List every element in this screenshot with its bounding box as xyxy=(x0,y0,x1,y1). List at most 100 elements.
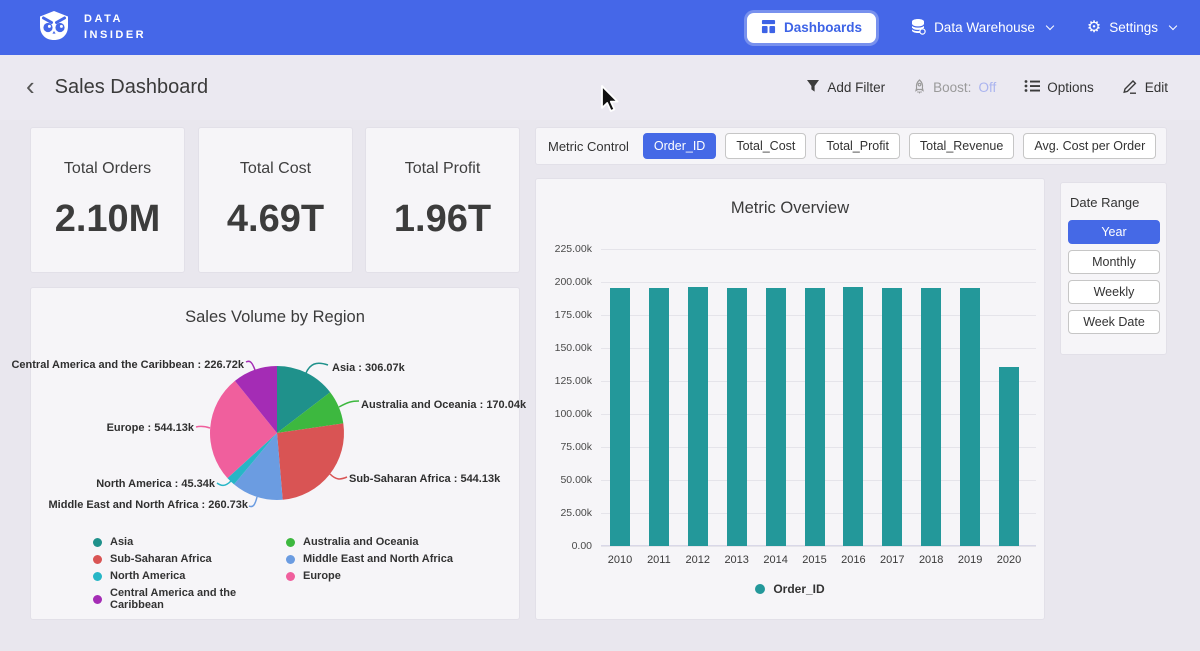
legend-dot xyxy=(286,538,295,547)
bar-chart-legend: Order_ID xyxy=(536,582,1044,596)
bar-chart-y-axis: 225.00k200.00k175.00k150.00k125.00k100.0… xyxy=(536,249,592,546)
y-tick-label: 50.00k xyxy=(560,474,592,486)
nav-data-warehouse-menu[interactable]: Data Warehouse xyxy=(910,18,1053,38)
nav-dashboards-button[interactable]: Dashboards xyxy=(747,13,876,43)
metric-button-total-profit[interactable]: Total_Profit xyxy=(815,133,900,159)
dashboards-grid-icon xyxy=(761,19,776,37)
kpi-card-total-orders: Total Orders 2.10M xyxy=(30,127,185,273)
x-tick-label-2018: 2018 xyxy=(911,554,951,566)
legend-dot xyxy=(93,572,102,581)
add-filter-button[interactable]: Add Filter xyxy=(806,79,885,96)
kpi-label: Total Profit xyxy=(405,160,481,178)
chevron-down-icon xyxy=(1169,21,1177,29)
y-tick-label: 175.00k xyxy=(555,309,592,321)
kpi-value: 1.96T xyxy=(394,198,491,241)
nav-settings-label: Settings xyxy=(1109,20,1158,35)
x-tick-label-2019: 2019 xyxy=(950,554,990,566)
date-range-panel: Date Range Year Monthly Weekly Week Date xyxy=(1060,182,1167,355)
legend-item-north-america: North America xyxy=(93,570,286,582)
legend-item-middle-east-and-north-africa: Middle East and North Africa xyxy=(286,553,453,565)
metric-button-total-cost[interactable]: Total_Cost xyxy=(725,133,806,159)
pencil-icon xyxy=(1122,79,1138,97)
y-tick-label: 125.00k xyxy=(555,375,592,387)
metric-button-avg-cost-per-order[interactable]: Avg. Cost per Order xyxy=(1023,133,1156,159)
bar-2019[interactable] xyxy=(960,288,980,546)
legend-dot xyxy=(93,595,102,604)
y-tick-label: 0.00 xyxy=(572,540,592,552)
metric-button-total-revenue[interactable]: Total_Revenue xyxy=(909,133,1014,159)
x-tick-label-2013: 2013 xyxy=(717,554,757,566)
bar-2015[interactable] xyxy=(805,288,825,546)
back-button[interactable]: ‹ xyxy=(26,73,35,103)
sales-volume-by-region-card: Sales Volume by Region Asia : 306.07k Au… xyxy=(30,287,520,620)
bar-2018[interactable] xyxy=(921,288,941,546)
bar-2017[interactable] xyxy=(882,288,902,546)
legend-item-sub-saharan-africa: Sub-Saharan Africa xyxy=(93,553,286,565)
options-button[interactable]: Options xyxy=(1024,79,1094,96)
y-tick-label: 225.00k xyxy=(555,243,592,255)
y-tick-label: 200.00k xyxy=(555,276,592,288)
bar-chart-plot-area xyxy=(601,249,1036,546)
bar-2012[interactable] xyxy=(688,287,708,546)
pie-callout-europe: Europe : 544.13k xyxy=(107,422,194,434)
date-range-monthly-button[interactable]: Monthly xyxy=(1068,250,1160,274)
legend-item-australia-and-oceania: Australia and Oceania xyxy=(286,536,453,548)
pie-slice-sub-saharan-africa[interactable] xyxy=(277,423,344,499)
metric-control-bar: Metric Control Order_ID Total_Cost Total… xyxy=(535,127,1167,165)
boost-toggle[interactable]: Boost: Off xyxy=(913,79,996,97)
metric-control-label: Metric Control xyxy=(548,139,629,154)
nav-data-warehouse-label: Data Warehouse xyxy=(934,20,1035,35)
legend-item-europe: Europe xyxy=(286,570,453,582)
date-range-week-date-button[interactable]: Week Date xyxy=(1068,310,1160,334)
legend-dot xyxy=(93,538,102,547)
edit-button[interactable]: Edit xyxy=(1122,79,1168,97)
nav-dashboards-label: Dashboards xyxy=(784,20,862,35)
legend-item-asia: Asia xyxy=(93,536,286,548)
x-tick-label-2016: 2016 xyxy=(833,554,873,566)
legend-label: Order_ID xyxy=(773,582,824,596)
kpi-card-total-cost: Total Cost 4.69T xyxy=(198,127,353,273)
y-tick-label: 150.00k xyxy=(555,342,592,354)
y-tick-label: 100.00k xyxy=(555,408,592,420)
gridline xyxy=(601,546,1036,547)
y-tick-label: 75.00k xyxy=(560,441,592,453)
pie-chart-area: Asia : 306.07k Australia and Oceania : 1… xyxy=(31,328,521,533)
legend-label: Sub-Saharan Africa xyxy=(110,553,212,565)
x-tick-label-2015: 2015 xyxy=(795,554,835,566)
legend-dot xyxy=(93,555,102,564)
pie-callout-central-america: Central America and the Caribbean : 226.… xyxy=(11,359,244,371)
bar-2020[interactable] xyxy=(999,367,1019,546)
kpi-value: 2.10M xyxy=(55,198,161,241)
bar-2013[interactable] xyxy=(727,288,747,546)
pie-callout-sub-saharan-africa: Sub-Saharan Africa : 544.13k xyxy=(349,473,500,485)
legend-label: North America xyxy=(110,570,185,582)
gear-icon: ⚙ xyxy=(1087,20,1101,36)
kpi-card-total-profit: Total Profit 1.96T xyxy=(365,127,520,273)
page-header: ‹ Sales Dashboard Add Filter Boost: Off xyxy=(0,55,1200,120)
bar-2010[interactable] xyxy=(610,288,630,546)
bar-2016[interactable] xyxy=(843,287,863,546)
x-tick-label-2017: 2017 xyxy=(872,554,912,566)
legend-label: Australia and Oceania xyxy=(303,536,419,548)
nav-settings-menu[interactable]: ⚙ Settings xyxy=(1087,20,1176,36)
date-range-year-button[interactable]: Year xyxy=(1068,220,1160,244)
bar-2014[interactable] xyxy=(766,288,786,546)
metric-button-order-id[interactable]: Order_ID xyxy=(643,133,716,159)
x-tick-label-2014: 2014 xyxy=(756,554,796,566)
rocket-icon xyxy=(913,79,926,97)
legend-label: Asia xyxy=(110,536,133,548)
boost-state: Off xyxy=(978,80,996,95)
pie-callout-asia: Asia : 306.07k xyxy=(332,362,405,374)
date-range-weekly-button[interactable]: Weekly xyxy=(1068,280,1160,304)
gridline xyxy=(601,249,1036,250)
legend-dot xyxy=(286,572,295,581)
pie-chart-title: Sales Volume by Region xyxy=(31,308,519,327)
legend-item-central-america-and-the-caribbean: Central America and the Caribbean xyxy=(93,587,286,611)
brand[interactable]: DATAINSIDER xyxy=(36,10,146,46)
legend-label: Central America and the Caribbean xyxy=(110,587,286,611)
brand-text: DATAINSIDER xyxy=(84,12,146,44)
list-icon xyxy=(1024,79,1040,96)
kpi-label: Total Cost xyxy=(240,160,311,178)
top-nav: DATAINSIDER Dashboards xyxy=(0,0,1200,55)
bar-2011[interactable] xyxy=(649,288,669,546)
